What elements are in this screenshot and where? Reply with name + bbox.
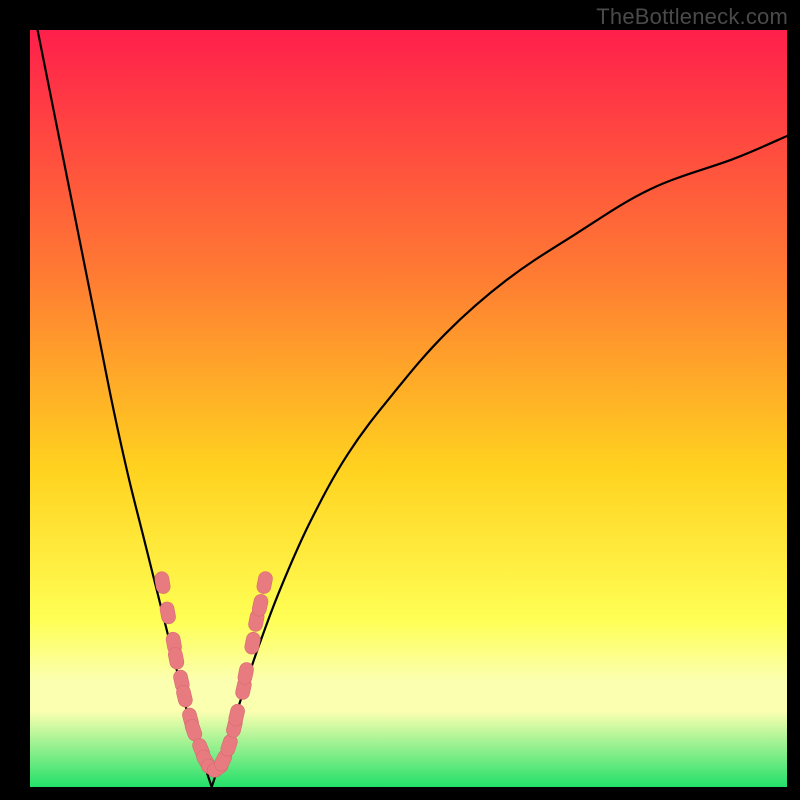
watermark-text: TheBottleneck.com — [596, 4, 788, 30]
chart-frame: TheBottleneck.com — [0, 0, 800, 800]
plot-background — [30, 30, 787, 787]
bottleneck-chart — [0, 0, 800, 800]
